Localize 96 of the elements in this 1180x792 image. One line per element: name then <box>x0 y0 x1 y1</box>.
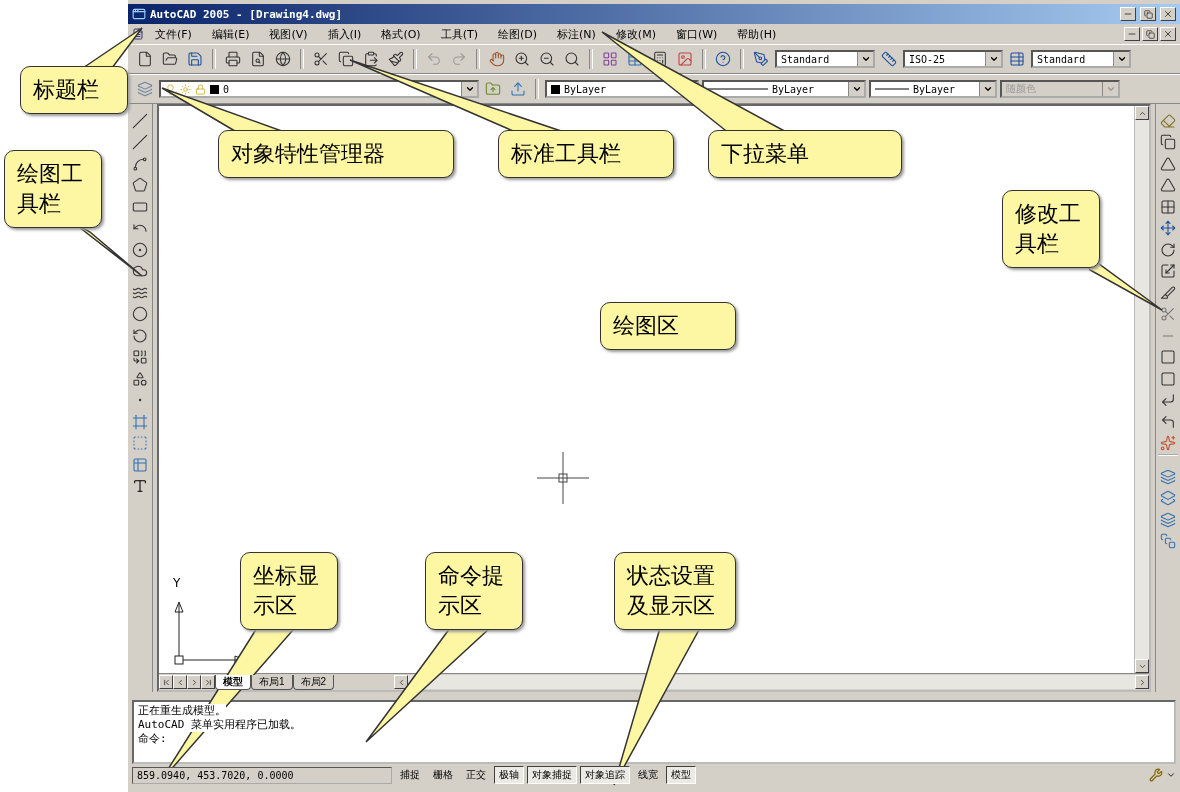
crosshair-cursor <box>537 452 589 504</box>
layout-tab[interactable]: 布局1 <box>251 674 293 690</box>
line-sample-icon <box>708 88 768 90</box>
axis-label: Y <box>173 576 181 590</box>
text-style-icon[interactable] <box>753 51 769 67</box>
ellipse-icon[interactable] <box>132 306 148 323</box>
scale-icon[interactable] <box>1160 263 1176 280</box>
help-icon[interactable] <box>715 51 731 67</box>
brush-icon[interactable] <box>388 51 404 67</box>
calculator-icon[interactable] <box>652 51 668 67</box>
chamfer-icon[interactable] <box>1160 392 1176 409</box>
callout-label: 下拉菜单 <box>708 130 902 178</box>
menu-item[interactable]: 格式(O) <box>372 26 430 42</box>
status-toggle[interactable]: 模型 <box>666 766 696 784</box>
restore-icon[interactable] <box>1143 9 1153 19</box>
menu-item[interactable]: 插入(I) <box>318 26 371 42</box>
zoom-in-icon[interactable] <box>514 51 530 67</box>
explode-icon[interactable] <box>1160 435 1176 452</box>
image-icon[interactable] <box>677 51 693 67</box>
status-toggle[interactable]: 极轴 <box>494 766 524 784</box>
menu-item[interactable]: 工具(T) <box>431 26 487 42</box>
restore-icon[interactable] <box>1145 29 1155 39</box>
close-icon[interactable] <box>1163 9 1173 19</box>
menu-item[interactable]: 帮助(H) <box>728 26 786 42</box>
block-icon[interactable] <box>132 370 148 387</box>
callout-label: 命令提示区 <box>425 552 523 630</box>
coordinates-display: 859.0940, 453.7020, 0.0000 <box>132 766 392 784</box>
save-icon[interactable] <box>187 51 203 67</box>
callout-label: 坐标显示区 <box>240 552 338 630</box>
cut-icon[interactable] <box>313 51 329 67</box>
copy-icon[interactable] <box>1160 134 1176 151</box>
menu-item[interactable]: 绘图(D) <box>488 26 547 42</box>
callout-label: 标准工具栏 <box>498 130 674 178</box>
callout-label: 对象特性管理器 <box>218 130 454 178</box>
callout-label: 标题栏 <box>20 66 128 114</box>
elliptical-arc-icon[interactable] <box>132 327 148 344</box>
callout-label: 状态设置及显示区 <box>614 552 736 630</box>
grid-icon[interactable] <box>602 51 618 67</box>
layout-tab[interactable]: 模型 <box>215 674 251 690</box>
linetype-dropdown[interactable]: ByLayer <box>702 80 866 98</box>
line-icon[interactable] <box>132 134 148 151</box>
document-icon <box>132 28 144 40</box>
polyline-icon[interactable] <box>132 155 148 172</box>
search-icon[interactable] <box>564 51 580 67</box>
array-icon[interactable] <box>1160 198 1176 215</box>
zoom-out-icon[interactable] <box>539 51 555 67</box>
pentagon-icon[interactable] <box>132 177 148 194</box>
style-dropdown[interactable]: Standard <box>1031 50 1131 68</box>
menu-item[interactable]: 视图(V) <box>260 26 317 42</box>
menu-item[interactable]: 编辑(E) <box>202 26 259 42</box>
copy-icon[interactable] <box>338 51 354 67</box>
rotate-icon[interactable] <box>1160 241 1176 258</box>
last-tab-icon[interactable] <box>203 677 213 687</box>
callout-label: 绘图区 <box>600 302 736 350</box>
style-dropdown[interactable]: ISO-25 <box>903 50 1003 68</box>
folder-icon[interactable] <box>162 51 178 67</box>
lightbulb-icon[interactable] <box>165 83 176 95</box>
text-icon[interactable] <box>132 478 148 495</box>
preview-icon[interactable] <box>250 51 266 67</box>
line-icon[interactable] <box>132 112 148 129</box>
menu-item[interactable]: 修改(M) <box>606 26 665 42</box>
callout-label: 修改工具栏 <box>1002 190 1100 268</box>
new-file-icon[interactable] <box>137 51 153 67</box>
trim-icon[interactable] <box>1160 306 1176 323</box>
printer-icon[interactable] <box>225 51 241 67</box>
lineweight-dropdown[interactable]: ByLayer <box>869 80 997 98</box>
command-window[interactable]: 正在重生成模型。 AutoCAD 菜单实用程序已加载。 命令: <box>132 700 1176 764</box>
first-tab-icon[interactable] <box>161 677 171 687</box>
paste-icon[interactable] <box>363 51 379 67</box>
globe-icon[interactable] <box>275 51 291 67</box>
menu-item[interactable]: 窗口(W) <box>666 26 727 42</box>
layout-tab[interactable]: 布局2 <box>292 674 335 690</box>
circle-icon[interactable] <box>132 241 148 258</box>
line-sample-icon <box>875 88 909 90</box>
style-dropdown[interactable]: Standard <box>775 50 875 68</box>
table-style-icon[interactable] <box>1009 51 1025 67</box>
status-toggle[interactable]: 对象捕捉 <box>527 766 577 784</box>
pan-icon[interactable] <box>489 51 505 67</box>
horizontal-scrollbar[interactable] <box>394 675 1149 689</box>
move-icon[interactable] <box>1160 220 1176 237</box>
app-icon <box>132 7 146 21</box>
menu-item[interactable]: 文件(F) <box>146 26 201 42</box>
menu-item[interactable]: 标注(N) <box>548 26 605 42</box>
vertical-scrollbar[interactable] <box>1134 106 1149 673</box>
dimension-style-icon[interactable] <box>881 51 897 67</box>
color-swatch-icon <box>551 84 560 94</box>
eraser-icon[interactable] <box>1160 112 1176 129</box>
layer-dropdown[interactable]: 0 <box>159 80 479 98</box>
callout-label: 绘图工具栏 <box>4 150 102 228</box>
status-toggle[interactable]: 对象追踪 <box>580 766 630 784</box>
tray-icon[interactable] <box>1149 768 1163 782</box>
fillet-icon[interactable] <box>1160 413 1176 430</box>
color-swatch-icon <box>210 84 219 94</box>
close-icon[interactable] <box>1163 29 1173 39</box>
window-title: AutoCAD 2005 - [Drawing4.dwg] <box>150 7 344 21</box>
make-current-icon[interactable] <box>510 81 526 97</box>
